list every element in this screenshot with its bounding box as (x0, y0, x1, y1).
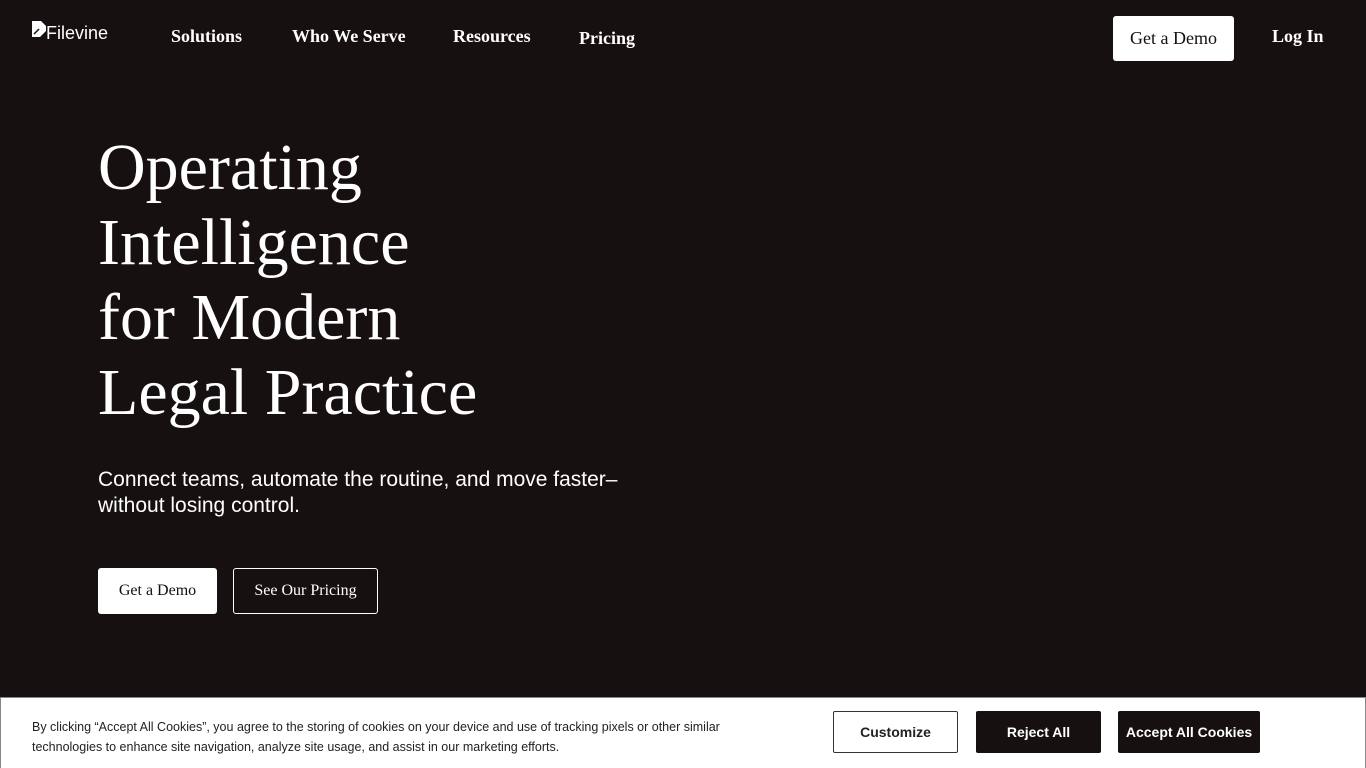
cookie-text-line: technologies to enhance site navigation,… (32, 740, 560, 754)
broken-image-icon (31, 20, 47, 38)
hero-title: Operating Intelligence for Modern Legal … (98, 130, 698, 430)
hero-subtitle-line: Connect teams, automate the routine, and… (98, 468, 618, 491)
hero-subtitle-line: without losing control. (98, 494, 300, 517)
logo-text: Filevine (46, 23, 109, 43)
nav-pricing[interactable]: Pricing (579, 28, 635, 49)
hero-subtitle: Connect teams, automate the routine, and… (98, 467, 678, 519)
cookie-banner: By clicking “Accept All Cookies”, you ag… (0, 697, 1366, 768)
site-header: Filevine Solutions Who We Serve Resource… (0, 0, 1366, 80)
nav-resources[interactable]: Resources (453, 26, 531, 47)
nav-who-we-serve[interactable]: Who We Serve (292, 26, 406, 47)
cookie-consent-text: By clicking “Accept All Cookies”, you ag… (32, 717, 792, 757)
header-get-demo-button[interactable]: Get a Demo (1113, 16, 1234, 61)
accept-all-cookies-button[interactable]: Accept All Cookies (1118, 711, 1260, 753)
hero-get-demo-button[interactable]: Get a Demo (98, 568, 217, 614)
see-pricing-button[interactable]: See Our Pricing (233, 568, 378, 614)
customize-cookies-button[interactable]: Customize (833, 711, 958, 753)
cookie-text-line: By clicking “Accept All Cookies”, you ag… (32, 720, 720, 734)
hero-title-line: for Modern (98, 281, 401, 354)
hero-title-line: Legal Practice (98, 356, 478, 429)
login-link[interactable]: Log In (1272, 26, 1324, 47)
hero-title-line: Intelligence (98, 206, 410, 279)
logo-link[interactable]: Filevine (31, 20, 108, 42)
nav-solutions[interactable]: Solutions (171, 26, 242, 47)
reject-all-cookies-button[interactable]: Reject All (976, 711, 1101, 753)
hero-title-line: Operating (98, 131, 362, 204)
